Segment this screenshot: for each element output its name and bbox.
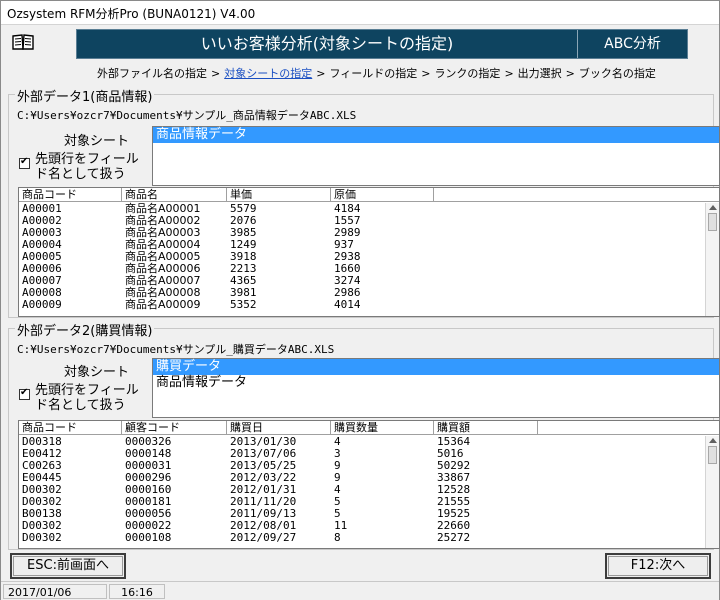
column-header[interactable]: 商品コード xyxy=(19,421,122,435)
header-row-checkbox-label: 先頭行をフィールド名として扱う xyxy=(35,383,139,413)
sheet-item[interactable]: 商品情報データ xyxy=(153,127,719,143)
table-row[interactable]: A00003 商品名A00003 3985 2989 xyxy=(19,227,705,239)
cell: A00009 xyxy=(22,298,62,311)
cell: 8 xyxy=(334,531,341,544)
breadcrumb-arrow: > xyxy=(504,67,514,80)
column-header[interactable]: 商品名 xyxy=(122,188,227,202)
step-field: フィールドの指定 xyxy=(329,67,418,80)
cell: 25272 xyxy=(437,531,471,544)
window-title: Ozsystem RFM分析Pro (BUNA0121) V4.00 xyxy=(7,7,256,21)
scroll-up-icon[interactable] xyxy=(709,438,717,443)
table-row[interactable]: A00002 商品名A00002 2076 1557 xyxy=(19,215,705,227)
external-data-2-path: C:¥Users¥ozcr7¥Documents¥サンプル_購買データABC.X… xyxy=(17,343,335,356)
book-icon xyxy=(12,34,34,50)
table-row[interactable]: C00263 0000031 2013/05/25 9 50292 xyxy=(19,460,705,472)
status-bar: 2017/01/06 16:16 xyxy=(1,581,719,600)
sheet-listbox-2[interactable]: 購買データ 商品情報データ xyxy=(152,358,720,418)
header-row-checkbox[interactable] xyxy=(19,156,30,169)
external-data-1-legend: 外部データ1(商品情報) xyxy=(15,86,155,105)
table-row[interactable]: B00138 0000056 2011/09/13 5 19525 xyxy=(19,508,705,520)
cell: 商品名A00009 xyxy=(125,298,201,311)
breadcrumb: 外部ファイル名の指定 > 対象シートの指定 > フィールドの指定 > ランクの指定 > 出力選択… xyxy=(97,65,656,81)
vertical-scrollbar[interactable] xyxy=(705,203,719,316)
step-file-name: 外部ファイル名の指定 xyxy=(97,67,207,80)
breadcrumb-arrow: > xyxy=(421,67,431,80)
external-data-1-group: 外部データ1(商品情報) C:¥Users¥ozcr7¥Documents¥サン… xyxy=(8,86,720,318)
table-row[interactable]: E00412 0000148 2013/07/06 3 5016 xyxy=(19,448,705,460)
table-row[interactable]: D00302 0000108 2012/09/27 8 25272 xyxy=(19,532,705,544)
scroll-thumb[interactable] xyxy=(708,446,717,464)
breadcrumb-arrow: > xyxy=(565,67,575,80)
step-target-sheet: 対象シートの指定 xyxy=(224,67,313,80)
column-header[interactable]: 購買額 xyxy=(434,421,538,435)
cell: 4014 xyxy=(334,298,361,311)
column-header[interactable]: 購買日 xyxy=(227,421,331,435)
grid-header: 商品コード 商品名 単価 原価 xyxy=(19,188,719,202)
table-row[interactable]: D00302 0000160 2012/01/31 4 12528 xyxy=(19,484,705,496)
table-row[interactable]: A00004 商品名A00004 1249 937 xyxy=(19,239,705,251)
sheet-listbox-1[interactable]: 商品情報データ xyxy=(152,126,720,186)
status-date: 2017/01/06 xyxy=(3,584,107,599)
column-header[interactable]: 単価 xyxy=(227,188,331,202)
scroll-thumb[interactable] xyxy=(708,213,717,231)
table-row[interactable]: D00302 0000181 2011/11/20 5 21555 xyxy=(19,496,705,508)
table-row[interactable]: A00009 商品名A00009 5352 4014 xyxy=(19,299,705,311)
abc-analysis-label: ABC分析 xyxy=(604,36,661,52)
sheet-item[interactable]: 購買データ xyxy=(153,359,719,375)
table-row[interactable]: A00007 商品名A00007 4365 3274 xyxy=(19,275,705,287)
data-grid-1[interactable]: 商品コード 商品名 単価 原価 A00001 商品名A00001 5579 4184 … xyxy=(18,187,720,317)
external-data-2-group: 外部データ2(購買情報) C:¥Users¥ozcr7¥Documents¥サン… xyxy=(8,320,720,550)
table-row[interactable]: D00318 0000326 2013/01/30 4 15364 xyxy=(19,436,705,448)
page-title: いいお客様分析(対象シートの指定) xyxy=(200,34,454,53)
step-book-name: ブック名の指定 xyxy=(578,67,656,80)
column-header[interactable]: 顧客コード xyxy=(122,421,227,435)
table-row[interactable]: A00008 商品名A00008 3981 2986 xyxy=(19,287,705,299)
table-row[interactable]: A00005 商品名A00005 3918 2938 xyxy=(19,251,705,263)
app-window: Ozsystem RFM分析Pro (BUNA0121) V4.00 いいお客様… xyxy=(0,0,720,600)
cell: 5352 xyxy=(230,298,257,311)
target-sheet-label: 対象シート xyxy=(64,134,130,149)
column-header[interactable]: 商品コード xyxy=(19,188,122,202)
table-row[interactable]: A00006 商品名A00006 2213 1660 xyxy=(19,263,705,275)
grid-header: 商品コード 顧客コード 購買日 購買数量 購買額 xyxy=(19,421,719,435)
grid-body: A00001 商品名A00001 5579 4184 A00002 商品名A00002 2… xyxy=(19,203,705,311)
cell: 2012/09/27 xyxy=(230,531,297,544)
header-row-checkbox-label: 先頭行をフィールド名として扱う xyxy=(35,152,139,182)
sheet-item[interactable]: 商品情報データ xyxy=(153,375,719,391)
status-time: 16:16 xyxy=(109,584,165,599)
cell: 0000108 xyxy=(125,531,172,544)
header-row-checkbox[interactable] xyxy=(19,387,30,400)
external-data-1-path: C:¥Users¥ozcr7¥Documents¥サンプル_商品情報データABC… xyxy=(17,109,357,122)
header-row-checkbox-row[interactable]: 先頭行をフィールド名として扱う xyxy=(19,383,149,415)
title-bar: Ozsystem RFM分析Pro (BUNA0121) V4.00 xyxy=(1,1,719,25)
column-header[interactable]: 購買数量 xyxy=(331,421,434,435)
header-row-checkbox-row[interactable]: 先頭行をフィールド名として扱う xyxy=(19,152,149,184)
next-button[interactable]: F12:次へ xyxy=(605,553,711,579)
scroll-up-icon[interactable] xyxy=(709,205,717,210)
breadcrumb-arrow: > xyxy=(316,67,326,80)
cell: D00302 xyxy=(22,531,62,544)
external-data-2-legend: 外部データ2(購買情報) xyxy=(15,320,155,339)
header-banner: いいお客様分析(対象シートの指定) ABC分析 xyxy=(76,29,688,59)
grid-body: D00318 0000326 2013/01/30 4 15364 E00412 0000… xyxy=(19,436,705,544)
table-row[interactable]: A00001 商品名A00001 5579 4184 xyxy=(19,203,705,215)
table-row[interactable]: D00302 0000022 2012/08/01 11 22660 xyxy=(19,520,705,532)
step-rank: ランクの指定 xyxy=(434,67,501,80)
column-header[interactable]: 原価 xyxy=(331,188,434,202)
breadcrumb-arrow: > xyxy=(211,67,221,80)
data-grid-2[interactable]: 商品コード 顧客コード 購買日 購買数量 購買額 D00318 0000326 20… xyxy=(18,420,720,549)
step-output: 出力選択 xyxy=(517,67,562,80)
target-sheet-label: 対象シート xyxy=(64,365,130,380)
back-button[interactable]: ESC:前画面へ xyxy=(10,553,126,579)
table-row[interactable]: E00445 0000296 2012/03/22 9 33867 xyxy=(19,472,705,484)
vertical-scrollbar[interactable] xyxy=(705,436,719,548)
